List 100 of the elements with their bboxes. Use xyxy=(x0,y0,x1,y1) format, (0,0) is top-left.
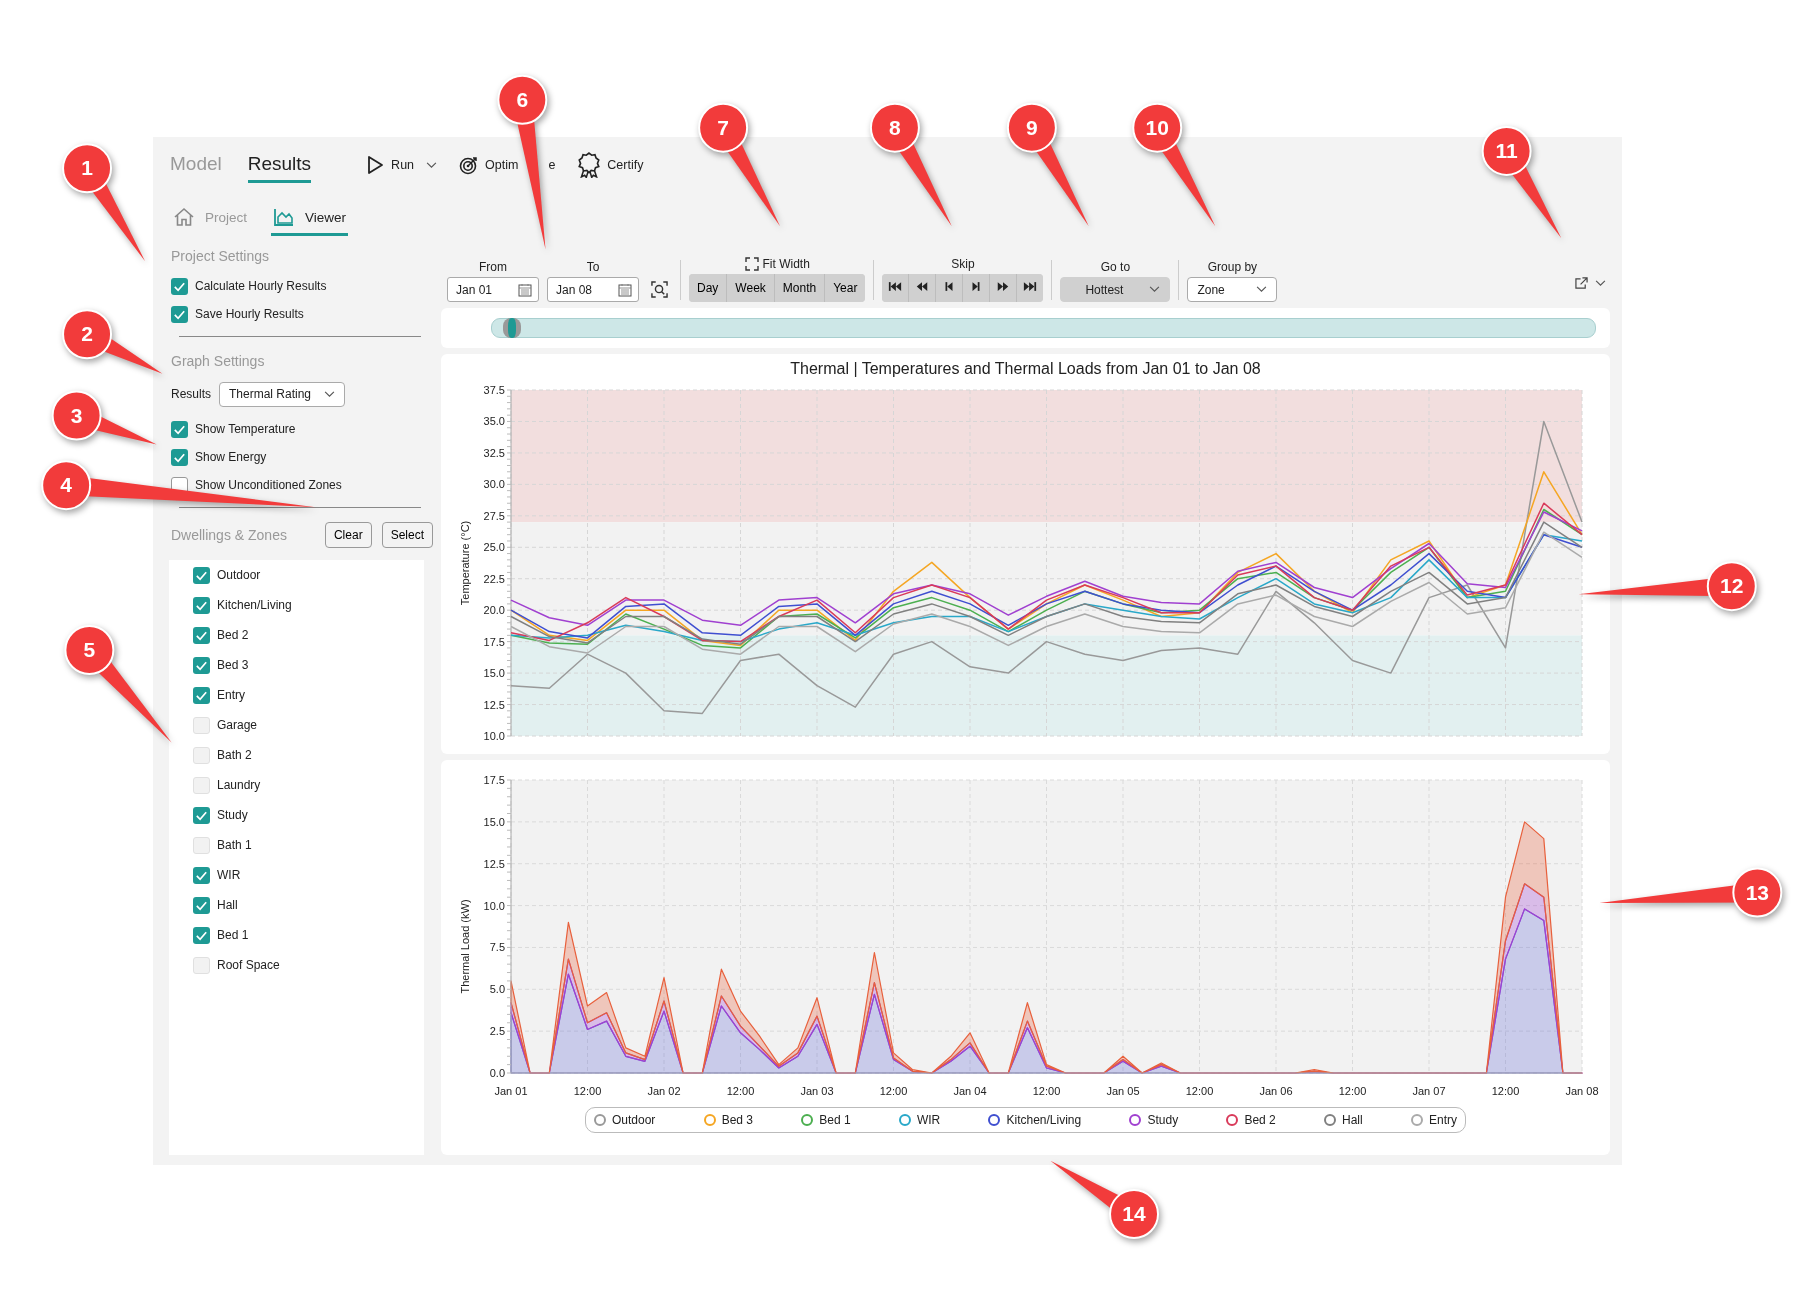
zone-item[interactable]: Bed 1 xyxy=(193,920,424,950)
skip-icon xyxy=(915,281,930,292)
go-to-dropdown[interactable]: Hottest xyxy=(1060,277,1171,302)
top-tab[interactable]: Results xyxy=(247,147,312,183)
zone-item[interactable]: Outdoor xyxy=(193,560,424,590)
field-label: From xyxy=(479,260,507,274)
run-button[interactable]: Run xyxy=(361,148,442,182)
play-icon xyxy=(365,155,386,175)
period-button[interactable]: Year xyxy=(824,274,866,302)
legend-label[interactable]: Bed 1 xyxy=(819,1113,851,1127)
zone-item[interactable]: Bed 2 xyxy=(193,620,424,650)
legend-label[interactable]: Kitchen/Living xyxy=(1006,1113,1082,1127)
section-heading: Dwellings & Zones xyxy=(171,527,288,543)
calendar-icon xyxy=(618,282,632,297)
home-icon xyxy=(173,207,195,227)
zone-item[interactable]: Bath 1 xyxy=(193,830,424,860)
skip-icon xyxy=(888,281,903,292)
axis-tick-label: 17.5 xyxy=(483,635,505,648)
checkbox[interactable] xyxy=(193,566,210,584)
date-field[interactable]: Jan 01 xyxy=(447,277,539,302)
axis-tick-label: 20.0 xyxy=(483,604,505,617)
export-icon xyxy=(1574,277,1589,290)
checkbox[interactable] xyxy=(193,596,210,614)
checkbox[interactable] xyxy=(193,806,210,824)
axis-tick-label: 12:00 xyxy=(1185,1085,1214,1097)
legend-label[interactable]: Entry xyxy=(1428,1113,1457,1127)
checkbox[interactable] xyxy=(171,448,188,466)
axis-tick-label: 30.0 xyxy=(483,478,505,491)
legend-label[interactable]: Study xyxy=(1147,1113,1179,1127)
zone-item[interactable]: Roof Space xyxy=(193,950,424,980)
legend-label[interactable]: WIR xyxy=(916,1113,941,1127)
date-field[interactable]: Jan 08 xyxy=(547,277,639,302)
viewer-tab[interactable]: Viewer xyxy=(271,203,349,236)
checkbox[interactable] xyxy=(193,686,210,704)
expand-icon xyxy=(744,257,759,271)
area-chart-icon xyxy=(273,207,296,227)
checkbox[interactable] xyxy=(193,866,210,884)
optimise-button[interactable]: Optim e xyxy=(455,148,560,182)
legend-label[interactable]: Hall xyxy=(1342,1113,1363,1127)
field-label: To xyxy=(586,260,600,274)
section-heading: Project Settings xyxy=(171,248,271,264)
list-action-button[interactable]: Clear xyxy=(324,522,372,548)
checkbox[interactable] xyxy=(171,420,188,438)
axis-tick-label: 12:00 xyxy=(1032,1085,1061,1097)
slider-thumb[interactable] xyxy=(503,318,522,338)
checkbox-option[interactable]: Show Energy xyxy=(171,443,433,471)
caret-icon xyxy=(1595,280,1606,287)
target-icon xyxy=(459,155,480,175)
zone-item[interactable]: Bath 2 xyxy=(193,740,424,770)
legend-label[interactable]: Bed 3 xyxy=(721,1113,753,1127)
field-label: Skip xyxy=(951,257,975,271)
axis-tick-label: 12:00 xyxy=(1491,1085,1520,1097)
axis-tick-label: 12.5 xyxy=(483,698,505,711)
checkbox-option[interactable]: Show Temperature xyxy=(171,415,433,443)
axis-tick-label: Jan 03 xyxy=(800,1085,834,1097)
zone-item[interactable]: Entry xyxy=(193,680,424,710)
certify-button[interactable]: Certify xyxy=(573,148,648,182)
axis-tick-label: 12:00 xyxy=(1338,1085,1367,1097)
section-heading: Graph Settings xyxy=(171,353,266,369)
caret-icon xyxy=(1149,286,1161,293)
axis-tick-label: 15.0 xyxy=(483,667,505,680)
checkbox[interactable] xyxy=(193,626,210,644)
axis-title: Thermal Load (kW) xyxy=(459,899,471,994)
checkbox[interactable] xyxy=(193,896,210,914)
fit-width-button[interactable]: Fit Width xyxy=(744,257,810,271)
axis-tick-label: 0.0 xyxy=(489,1067,505,1079)
zone-item[interactable]: Garage xyxy=(193,710,424,740)
checkbox[interactable] xyxy=(193,656,210,674)
list-action-button[interactable]: Select xyxy=(381,522,433,548)
axis-tick-label: Jan 05 xyxy=(1106,1085,1140,1097)
zone-item[interactable]: Study xyxy=(193,800,424,830)
field-label: Go to xyxy=(1100,260,1131,274)
checkbox[interactable] xyxy=(171,305,188,323)
legend-label[interactable]: Bed 2 xyxy=(1244,1113,1276,1127)
axis-tick-label: Jan 01 xyxy=(494,1085,528,1097)
range-slider[interactable] xyxy=(491,318,1596,338)
zone-item[interactable]: Laundry xyxy=(193,770,424,800)
axis-tick-label: Jan 06 xyxy=(1259,1085,1293,1097)
checkbox[interactable] xyxy=(193,926,210,944)
zoom-fit-icon[interactable] xyxy=(651,281,668,298)
checkbox-option[interactable]: Save Hourly Results xyxy=(171,300,433,328)
caret-icon xyxy=(324,390,335,398)
caret-icon xyxy=(426,161,438,169)
skip-last-button[interactable] xyxy=(1016,274,1044,302)
axis-tick-label: 37.5 xyxy=(483,386,505,396)
zone-item[interactable]: Kitchen/Living xyxy=(193,590,424,620)
caret-icon xyxy=(1256,286,1268,293)
results-dropdown[interactable]: Thermal Rating xyxy=(219,381,345,407)
zone-item[interactable]: Bed 3 xyxy=(193,650,424,680)
axis-tick-label: 32.5 xyxy=(483,446,505,459)
checkbox-option[interactable]: Calculate Hourly Results xyxy=(171,272,433,300)
axis-tick-label: 25.0 xyxy=(483,541,505,554)
legend-label[interactable]: Outdoor xyxy=(612,1113,656,1127)
group-by-dropdown[interactable]: Zone xyxy=(1187,277,1278,302)
zone-item[interactable]: WIR xyxy=(193,860,424,890)
checkbox[interactable] xyxy=(171,277,188,295)
axis-tick-label: 27.5 xyxy=(483,509,505,522)
chart-title: Thermal | Temperatures and Thermal Loads from Jan 01 to Jan 08 xyxy=(790,360,1261,379)
axis-tick-label: 10.0 xyxy=(483,730,505,742)
zone-item[interactable]: Hall xyxy=(193,890,424,920)
